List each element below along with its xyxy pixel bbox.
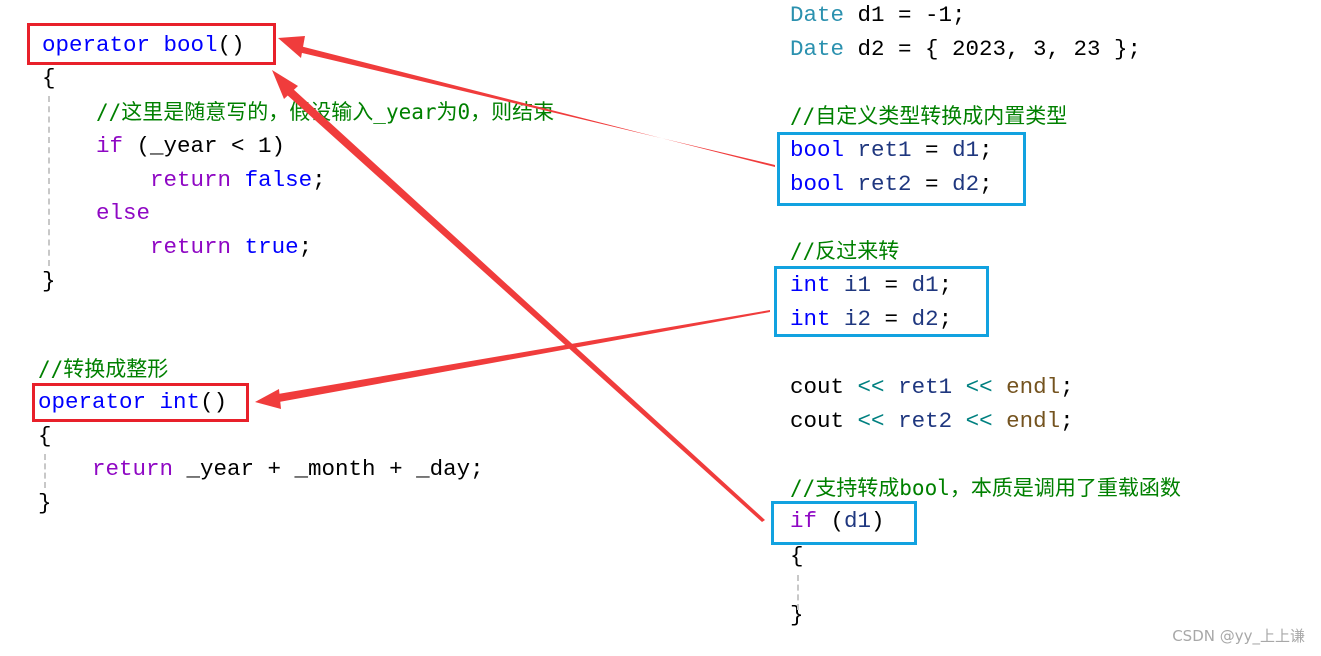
arrow-bool-to-operator-bool: [298, 46, 775, 167]
watermark: CSDN @yy_上上谦: [1172, 627, 1305, 645]
arrow-head: [255, 389, 281, 409]
arrow-head: [278, 36, 305, 58]
arrow-if-to-operator-bool: [286, 88, 765, 522]
arrow-int-to-operator-int: [278, 310, 770, 402]
annotation-arrows: [255, 36, 775, 522]
